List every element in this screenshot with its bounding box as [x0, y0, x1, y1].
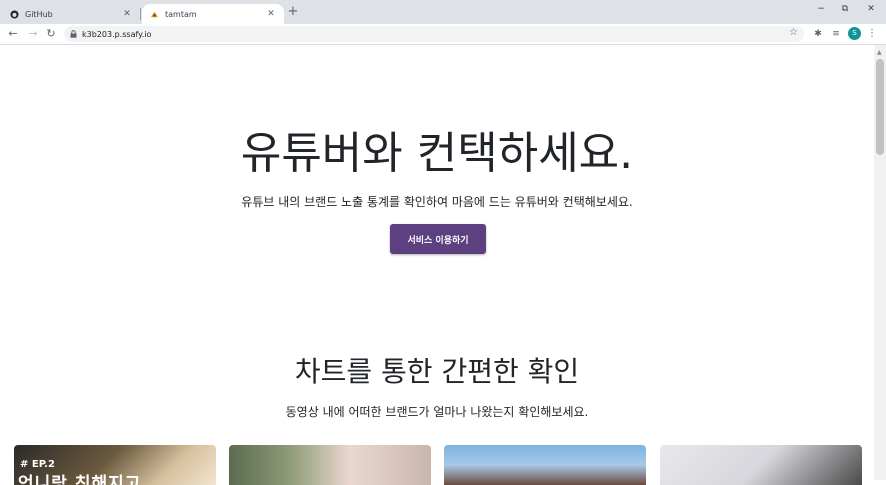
- tab-separator: [140, 8, 141, 20]
- tab-title: tamtam: [165, 9, 197, 19]
- tab-close-icon[interactable]: ✕: [122, 9, 132, 19]
- hero-subtitle: 유튜브 내의 브랜드 노출 통계를 확인하여 마음에 드는 유튜버와 컨택해보세…: [241, 195, 633, 209]
- chart-section-title: 차트를 통한 간편한 확인: [294, 355, 580, 388]
- tab-github[interactable]: GitHub ✕: [2, 4, 140, 24]
- video-card[interactable]: [229, 445, 431, 485]
- restore-button[interactable]: ⧉: [836, 4, 854, 14]
- back-icon[interactable]: ←: [6, 27, 20, 41]
- github-icon: [10, 9, 19, 19]
- address-bar[interactable]: k3b203.p.ssafy.io ☆: [64, 26, 804, 42]
- hero-title: 유튜버와 컨택하세요.: [240, 128, 634, 179]
- tab-close-icon[interactable]: ✕: [266, 9, 276, 19]
- tab-title: GitHub: [25, 9, 53, 19]
- scroll-thumb[interactable]: [876, 59, 884, 155]
- new-tab-button[interactable]: +: [286, 5, 300, 19]
- page-content: 유튜버와 컨택하세요. 유튜브 내의 브랜드 노출 통계를 확인하여 마음에 드…: [0, 45, 874, 485]
- browser-toolbar: ← → ↻ k3b203.p.ssafy.io ☆ ✱ ≡ S ⋮: [0, 24, 886, 45]
- video-card[interactable]: [444, 445, 646, 485]
- video-card[interactable]: [660, 445, 862, 485]
- reading-list-icon[interactable]: ≡: [830, 28, 842, 40]
- menu-icon[interactable]: ⋮: [866, 27, 878, 41]
- url-text: k3b203.p.ssafy.io: [82, 29, 152, 39]
- tamtam-favicon: [150, 10, 159, 19]
- profile-avatar[interactable]: S: [848, 27, 861, 40]
- card-caption: 언니랑 친해지고: [18, 474, 142, 485]
- service-start-button[interactable]: 서비스 이용하기: [390, 224, 486, 254]
- page-scrollbar[interactable]: ▲: [874, 45, 886, 480]
- forward-icon[interactable]: →: [26, 27, 40, 41]
- lock-icon: [68, 30, 78, 38]
- reload-icon[interactable]: ↻: [44, 27, 58, 41]
- bookmark-star-icon[interactable]: ☆: [789, 27, 798, 38]
- tab-tamtam[interactable]: tamtam ✕: [142, 4, 284, 24]
- close-window-button[interactable]: ✕: [862, 4, 880, 14]
- scroll-up-arrow-icon[interactable]: ▲: [877, 49, 882, 56]
- tab-strip: GitHub ✕ tamtam ✕ + − ⧉ ✕: [0, 0, 886, 24]
- video-card[interactable]: # EP.2 언니랑 친해지고: [14, 445, 216, 485]
- minimize-button[interactable]: −: [812, 4, 830, 14]
- extensions-icon[interactable]: ✱: [812, 28, 824, 40]
- chart-section-subtitle: 동영상 내에 어떠한 브랜드가 얼마나 나왔는지 확인해보세요.: [285, 405, 589, 419]
